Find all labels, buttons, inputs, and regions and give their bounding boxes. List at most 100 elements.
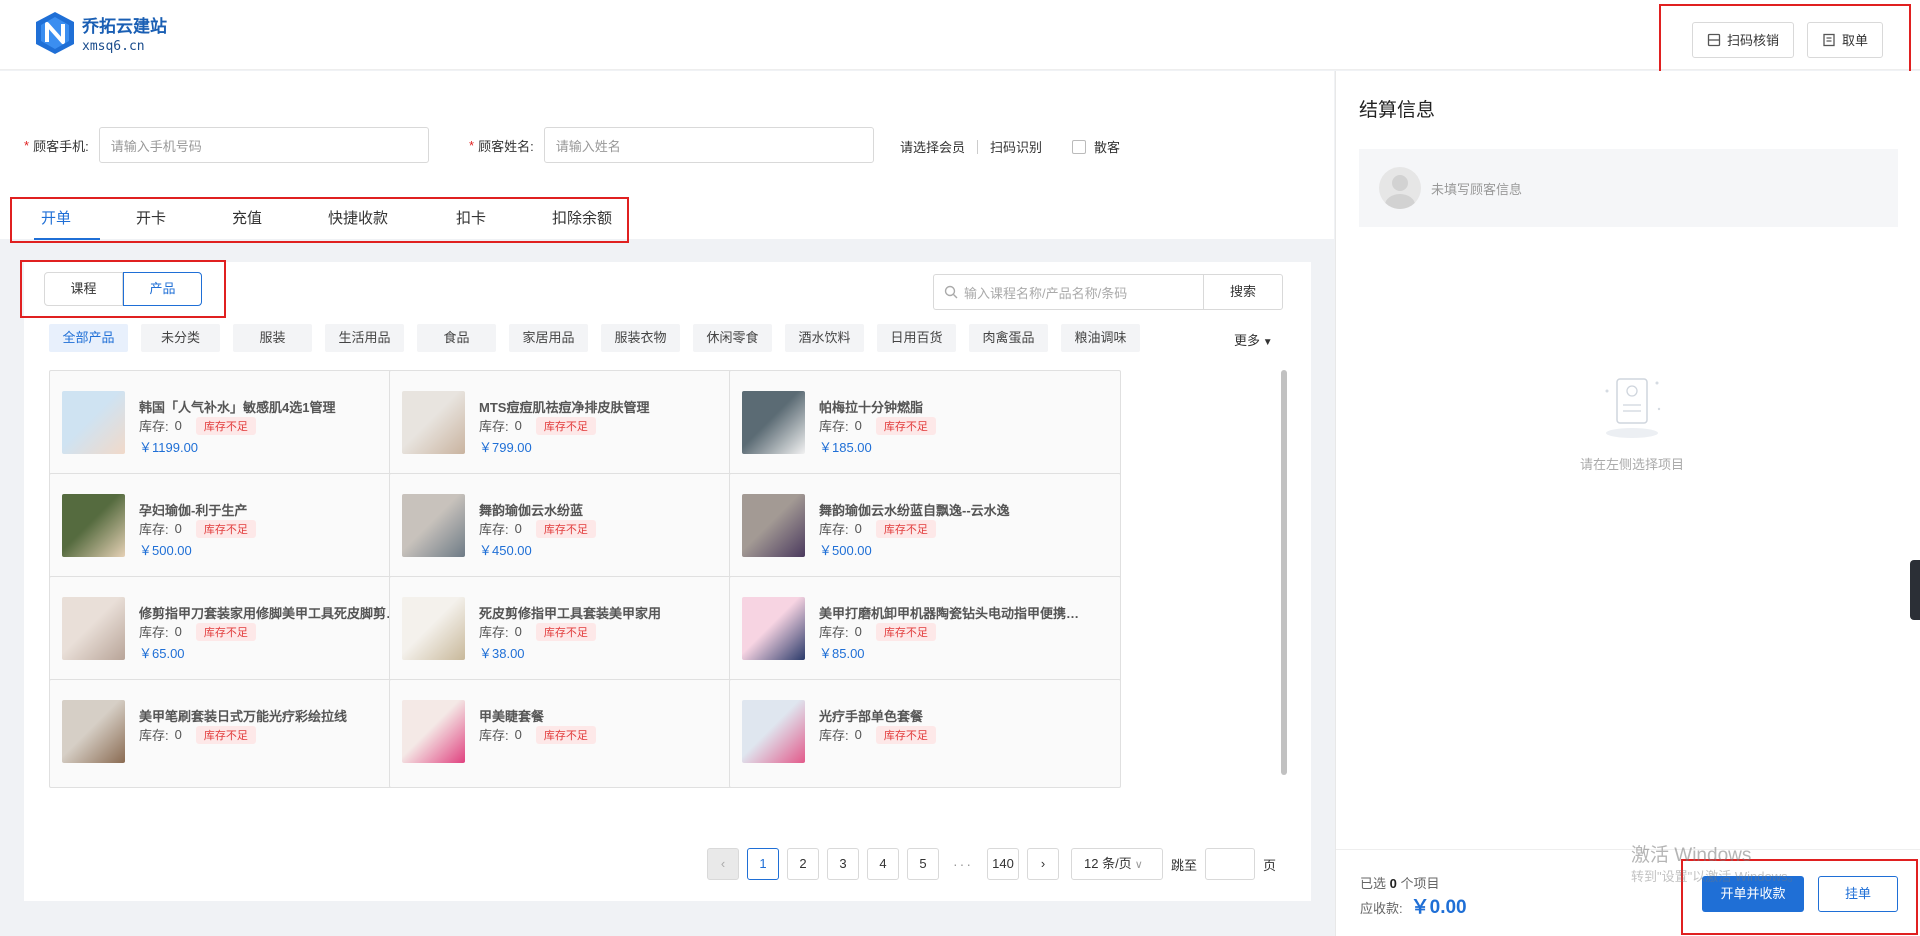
page-2[interactable]: 2: [787, 848, 819, 880]
product-card[interactable]: 舞韵瑜伽云水纷蓝 库存: 0 库存不足 ￥450.00: [389, 473, 781, 582]
segment-product[interactable]: 产品: [123, 272, 202, 306]
take-order-button[interactable]: 取单: [1806, 21, 1883, 58]
no-customer-text: 未填写顾客信息: [1431, 181, 1523, 197]
product-card[interactable]: 舞韵瑜伽云水纷蓝自飘逸--云水逸 库存: 0 库存不足 ￥500.00: [729, 473, 1121, 582]
low-stock-badge: 库存不足: [195, 416, 256, 435]
hold-order-button[interactable]: 挂单: [1818, 876, 1898, 912]
page-1[interactable]: 1: [747, 848, 779, 880]
product-card[interactable]: MTS痘痘肌祛痘净排皮肤管理 库存: 0 库存不足 ￥799.00: [389, 370, 781, 479]
walk-in-checkbox[interactable]: [1072, 139, 1087, 154]
category-tag[interactable]: 生活用品: [325, 324, 404, 352]
phone-field: * 顾客手机: 请输入手机号码: [24, 127, 429, 163]
segment-course[interactable]: 课程: [44, 272, 123, 306]
logo-name: 乔拓云建站: [82, 17, 167, 36]
select-member-link[interactable]: 请选择会员: [900, 137, 965, 156]
product-thumbnail: [62, 700, 125, 763]
tab-deduct-card[interactable]: 扣卡: [456, 199, 486, 241]
product-name: 舞韵瑜伽云水纷蓝自飘逸--云水逸: [819, 503, 1010, 518]
stock-value: 0: [514, 624, 522, 639]
chevron-down-icon: ∨: [1131, 859, 1143, 871]
prev-page-button[interactable]: ‹: [707, 848, 739, 880]
tab-quick-pay[interactable]: 快捷收款: [328, 199, 388, 241]
scan-recognize-link[interactable]: 扫码识别: [990, 137, 1042, 156]
search-icon: [944, 285, 958, 299]
product-card[interactable]: 甲美睫套餐 库存: 0 库存不足: [389, 679, 781, 788]
required-mark: *: [469, 137, 475, 153]
product-card[interactable]: 帕梅拉十分钟燃脂 库存: 0 库存不足 ￥185.00: [729, 370, 1121, 479]
product-card[interactable]: 美甲笔刷套装日式万能光疗彩绘拉线 库存: 0 库存不足: [49, 679, 441, 788]
checkout-title: 结算信息: [1359, 100, 1436, 121]
page-size-select[interactable]: 12 条/页 ∨: [1071, 848, 1163, 880]
active-tab-indicator: [34, 238, 100, 240]
stock-value: 0: [174, 624, 182, 639]
product-card[interactable]: 孕妇瑜伽-利于生产 库存: 0 库存不足 ￥500.00: [49, 473, 441, 582]
name-label: 顾客姓名:: [478, 138, 534, 154]
stock-label: 库存:: [819, 522, 849, 537]
search-button[interactable]: 搜索: [1203, 274, 1283, 310]
product-stock: 库存: 0 库存不足: [139, 725, 256, 744]
product-price: ￥1199.00: [139, 440, 199, 455]
stock-value: 0: [174, 521, 182, 536]
product-card[interactable]: 韩国「人气补水」敏感肌4选1管理 库存: 0 库存不足 ￥1199.00: [49, 370, 441, 479]
category-tag[interactable]: 服装: [233, 324, 312, 352]
avatar: [1379, 167, 1421, 209]
stock-value: 0: [854, 521, 862, 536]
category-tag[interactable]: 粮油调味: [1061, 324, 1140, 352]
stock-value: 0: [854, 727, 862, 742]
tab-deduct-balance[interactable]: 扣除余额: [552, 199, 612, 241]
product-card[interactable]: 修剪指甲刀套装家用修脚美甲工具死皮脚剪… 库存: 0 库存不足 ￥65.00: [49, 576, 441, 685]
page-size-value: 12 条/页: [1084, 856, 1132, 871]
course-product-switch-highlight: 课程 产品: [20, 260, 226, 318]
product-card[interactable]: 死皮剪修指甲工具套装美甲家用 库存: 0 库存不足 ￥38.00: [389, 576, 781, 685]
product-stock: 库存: 0 库存不足: [479, 622, 596, 641]
product-name: 孕妇瑜伽-利于生产: [139, 503, 248, 518]
page-last[interactable]: 140: [987, 848, 1019, 880]
stock-value: 0: [854, 418, 862, 433]
grid-scrollbar[interactable]: [1281, 370, 1287, 775]
jump-page-input[interactable]: [1205, 848, 1256, 880]
category-tag[interactable]: 休闲零食: [693, 324, 772, 352]
category-tag[interactable]: 全部产品: [49, 324, 128, 352]
category-filter: 全部产品 未分类 服装 生活用品 食品 家居用品 服装衣物 休闲零食 酒水饮料 日用百货 肉禽蛋品粮…: [49, 324, 1140, 352]
more-categories-button[interactable]: 更多 ▼: [1234, 330, 1273, 349]
product-stock: 库存: 0 库存不足: [479, 416, 596, 435]
search-input[interactable]: 输入课程名称/产品名称/条码: [933, 274, 1203, 310]
tab-open-card[interactable]: 开卡: [136, 199, 166, 241]
page-3[interactable]: 3: [827, 848, 859, 880]
product-price: ￥38.00: [479, 646, 525, 661]
category-tag[interactable]: 酒水饮料: [785, 324, 864, 352]
name-input[interactable]: 请输入姓名: [543, 127, 874, 163]
product-stock: 库存: 0 库存不足: [819, 416, 936, 435]
name-field: * 顾客姓名: 请输入姓名: [469, 127, 874, 163]
next-page-button[interactable]: ›: [1027, 848, 1059, 880]
page-5[interactable]: 5: [907, 848, 939, 880]
category-tag[interactable]: 未分类: [141, 324, 220, 352]
category-tag[interactable]: 家居用品: [509, 324, 588, 352]
stock-value: 0: [174, 418, 182, 433]
category-tag[interactable]: 食品: [417, 324, 496, 352]
logo[interactable]: 乔拓云建站 xmsq6.cn: [34, 11, 167, 55]
product-panel: 课程 产品 输入课程名称/产品名称/条码 搜索 全部产品 未分类 服装 生活用品 食品家…: [20, 260, 1311, 901]
low-stock-badge: 库存不足: [535, 725, 596, 744]
category-tag[interactable]: 肉禽蛋品: [969, 324, 1048, 352]
product-card[interactable]: 美甲打磨机卸甲机器陶瓷钻头电动指甲便携… 库存: 0 库存不足 ￥85.00: [729, 576, 1121, 685]
category-tag[interactable]: 日用百货: [877, 324, 956, 352]
product-card[interactable]: 光疗手部单色套餐 库存: 0 库存不足: [729, 679, 1121, 788]
page-ellipsis[interactable]: ···: [947, 856, 979, 872]
category-tag[interactable]: 服装衣物: [601, 324, 680, 352]
product-price: ￥799.00: [479, 440, 532, 455]
scan-verify-button[interactable]: 扫码核销: [1691, 21, 1794, 58]
customer-info-card[interactable]: 未填写顾客信息: [1359, 149, 1898, 227]
product-name: 帕梅拉十分钟燃脂: [819, 400, 924, 415]
tab-open-order[interactable]: 开单: [41, 199, 71, 241]
tab-recharge[interactable]: 充值: [232, 199, 262, 241]
product-price: ￥85.00: [819, 646, 865, 661]
stock-label: 库存:: [479, 419, 509, 434]
low-stock-badge: 库存不足: [535, 416, 596, 435]
product-thumbnail: [402, 597, 465, 660]
product-stock: 库存: 0 库存不足: [139, 519, 256, 538]
side-drawer-handle[interactable]: [1910, 560, 1920, 620]
page-4[interactable]: 4: [867, 848, 899, 880]
product-grid: 韩国「人气补水」敏感肌4选1管理 库存: 0 库存不足 ￥1199.00 MTS痘痘肌祛痘…: [49, 370, 1297, 831]
phone-input[interactable]: 请输入手机号码: [98, 127, 429, 163]
